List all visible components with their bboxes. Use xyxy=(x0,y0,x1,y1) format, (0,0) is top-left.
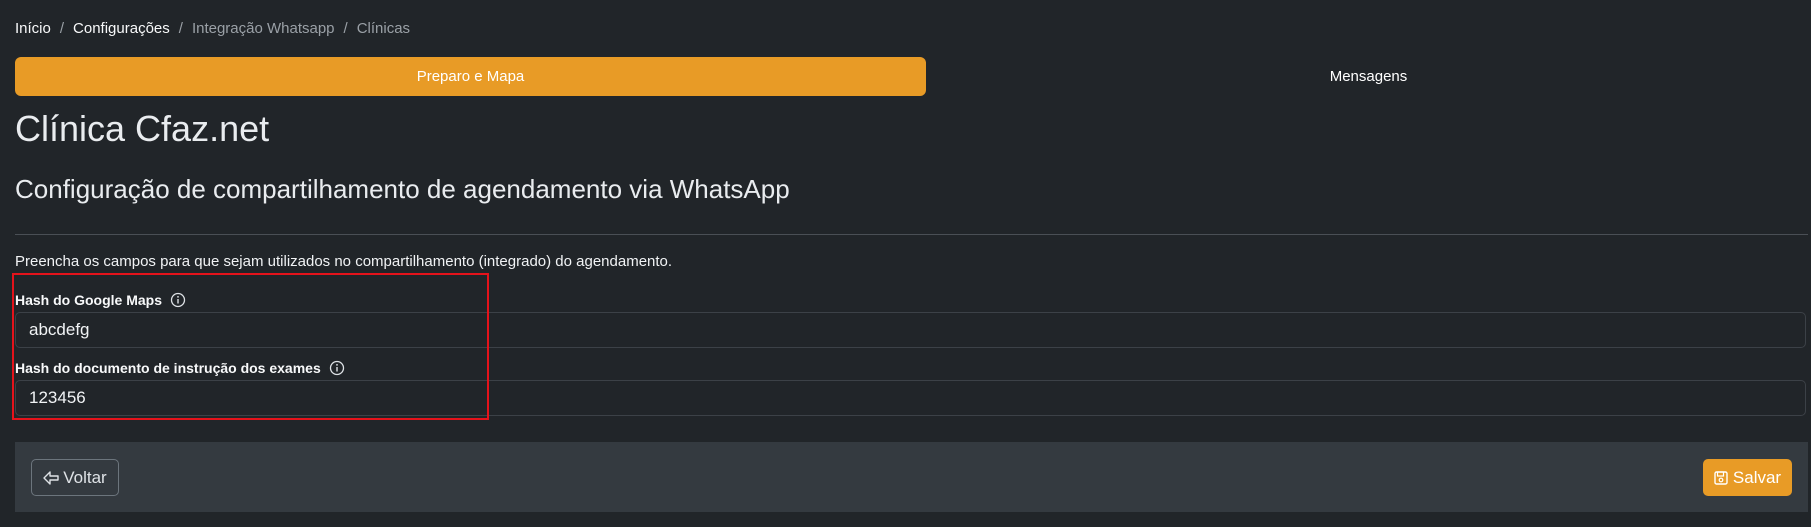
divider xyxy=(15,234,1808,235)
breadcrumb-inicio[interactable]: Início xyxy=(15,20,51,37)
page-title: Clínica Cfaz.net xyxy=(15,108,270,149)
breadcrumb-configuracoes[interactable]: Configurações xyxy=(73,20,170,37)
section-title: Configuração de compartilhamento de agen… xyxy=(15,174,790,204)
instructions-text: Preencha os campos para que sejam utiliz… xyxy=(15,253,673,270)
breadcrumb-clinicas: Clínicas xyxy=(356,20,411,37)
maps-hash-label-row: Hash do Google Maps xyxy=(15,292,186,308)
doc-hash-label: Hash do documento de instrução dos exame… xyxy=(15,360,321,376)
form-footer: Voltar Salvar xyxy=(15,442,1808,512)
info-icon[interactable] xyxy=(329,360,345,376)
breadcrumb-separator: / xyxy=(178,20,183,37)
save-button-label: Salvar xyxy=(1732,467,1782,487)
breadcrumb: Início / Configurações / Integração What… xyxy=(15,20,410,37)
maps-hash-label: Hash do Google Maps xyxy=(15,292,163,308)
save-button[interactable]: Salvar xyxy=(1703,459,1792,496)
breadcrumb-separator: / xyxy=(343,20,348,37)
tab-preparo-e-mapa[interactable]: Preparo e Mapa xyxy=(15,57,926,96)
doc-hash-label-row: Hash do documento de instrução dos exame… xyxy=(15,360,345,376)
info-icon[interactable] xyxy=(170,292,186,308)
doc-hash-input[interactable] xyxy=(15,380,1806,416)
arrow-left-icon xyxy=(43,470,59,485)
breadcrumb-integracao-whatsapp[interactable]: Integração Whatsapp xyxy=(192,20,335,37)
floppy-disk-icon xyxy=(1714,470,1728,485)
breadcrumb-separator: / xyxy=(59,20,65,37)
back-button[interactable]: Voltar xyxy=(31,459,119,496)
maps-hash-input[interactable] xyxy=(15,312,1806,348)
tab-bar: Preparo e Mapa Mensagens xyxy=(15,57,1811,96)
tab-mensagens[interactable]: Mensagens xyxy=(926,57,1811,96)
back-button-label: Voltar xyxy=(63,467,107,487)
